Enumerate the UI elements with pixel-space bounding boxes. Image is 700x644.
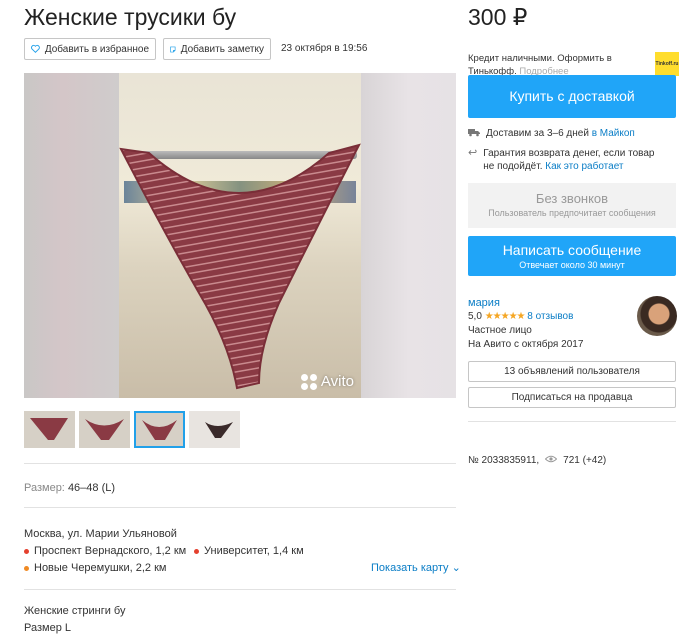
seller-since: На Авито с октября 2017: [468, 339, 584, 350]
divider: [24, 507, 456, 508]
refund-info: ↩ Гарантия возврата денег, если товар не…: [468, 147, 658, 173]
metro-station: Проспект Вернадского, 1,2 км: [24, 545, 186, 557]
metro-station-name: Новые Черемушки, 2,2 км: [34, 562, 167, 574]
avito-watermark: Avito: [300, 373, 354, 390]
metro-line-dot: [24, 548, 29, 554]
gallery-blur-right: [361, 73, 456, 398]
delivery-info: Доставим за 3–6 дней в Майкоп: [468, 127, 635, 141]
listing-title: Женские трусики бу: [24, 4, 237, 30]
thumbnail[interactable]: [24, 411, 75, 448]
add-note-button[interactable]: Добавить заметку: [163, 38, 271, 60]
seller-name-link[interactable]: мария: [468, 296, 583, 310]
metro-station: Новые Черемушки, 2,2 км: [24, 562, 166, 574]
no-calls-subtitle: Пользователь предпочитает сообщения: [488, 208, 656, 218]
metro-line-dot: [24, 565, 29, 571]
views-count: 721 (+42): [563, 455, 607, 466]
tinkoff-logo-text: Tinkoff.ru: [655, 61, 679, 67]
buy-with-delivery-button[interactable]: Купить с доставкой: [468, 75, 676, 118]
subscribe-seller-button[interactable]: Подписаться на продавца: [468, 387, 676, 408]
description-line: Женские стринги бу: [24, 605, 126, 617]
no-calls-title: Без звонков: [535, 191, 609, 206]
garment-image: [119, 143, 361, 390]
seller-type: Частное лицо: [468, 325, 532, 336]
thumbnail-active[interactable]: [134, 411, 185, 448]
metro-station-name: Проспект Вернадского, 1,2 км: [34, 545, 187, 557]
watermark-text: Avito: [320, 373, 354, 390]
listing-price: 300 ₽: [468, 4, 528, 30]
size-value: 46–48 (L): [67, 482, 116, 494]
thumbnail[interactable]: [189, 411, 240, 448]
add-to-favorites-button[interactable]: Добавить в избранное: [24, 38, 156, 60]
description-line: Размер L: [24, 622, 71, 634]
ad-number: № 2033835911,: [468, 455, 540, 466]
truck-icon: [468, 127, 480, 141]
show-map-label: Показать карту: [371, 562, 449, 574]
tinkoff-logo: Tinkoff.ru: [655, 52, 679, 76]
refund-how-link[interactable]: Как это работает: [545, 161, 623, 172]
metro-line-dot: [194, 548, 199, 554]
avatar[interactable]: [637, 296, 677, 336]
rating-stars-icon: ★★★★★: [484, 311, 526, 322]
divider: [24, 463, 456, 464]
show-map-link[interactable]: Показать карту ⌄: [371, 561, 461, 574]
size-label: Размер:: [24, 482, 65, 494]
divider: [468, 421, 676, 422]
gallery-blur-left: [24, 73, 119, 398]
user-ads-button[interactable]: 13 объявлений пользователя: [468, 361, 676, 382]
delivery-text: Доставим за 3–6 дней: [486, 128, 589, 139]
thumbnail-image: [142, 420, 177, 440]
add-note-label: Добавить заметку: [180, 43, 264, 55]
return-arrow-icon: ↩: [468, 147, 478, 159]
write-message-button[interactable]: Написать сообщение Отвечает около 30 мин…: [468, 236, 676, 276]
thumbnail-strip: [24, 411, 240, 448]
size-param: Размер: 46–48 (L): [24, 482, 115, 494]
thumbnail[interactable]: [79, 411, 130, 448]
write-message-label: Написать сообщение: [502, 242, 642, 258]
metro-station-name: Университет, 1,4 км: [204, 545, 304, 557]
heart-icon: [31, 44, 40, 53]
note-icon: [170, 46, 176, 52]
response-time: Отвечает около 30 минут: [519, 260, 625, 270]
divider: [24, 589, 456, 590]
thumbnail-image: [205, 422, 233, 438]
no-calls-panel: Без звонков Пользователь предпочитает со…: [468, 183, 676, 228]
thumbnail-image: [30, 418, 68, 440]
address: Москва, ул. Марии Ульяновой: [24, 528, 177, 540]
seller-reviews-link[interactable]: 8 отзывов: [527, 311, 573, 322]
main-photo[interactable]: [119, 73, 361, 398]
eye-icon: [544, 455, 558, 466]
seller-rating: 5,0: [468, 311, 482, 322]
chevron-down-icon: ⌄: [451, 562, 461, 574]
ad-stats: № 2033835911, 721 (+42): [468, 455, 606, 466]
photo-gallery[interactable]: Avito: [24, 73, 456, 398]
delivery-city-link[interactable]: в Майкоп: [592, 128, 635, 139]
seller-info: мария 5,0 ★★★★★ 8 отзывов Частное лицо Н…: [468, 296, 583, 352]
posted-date: 23 октября в 19:56: [281, 43, 368, 54]
metro-station: Университет, 1,4 км: [194, 545, 304, 557]
avito-logo-icon: [300, 373, 317, 390]
thumbnail-image: [85, 419, 124, 440]
add-to-favorites-label: Добавить в избранное: [44, 43, 149, 55]
